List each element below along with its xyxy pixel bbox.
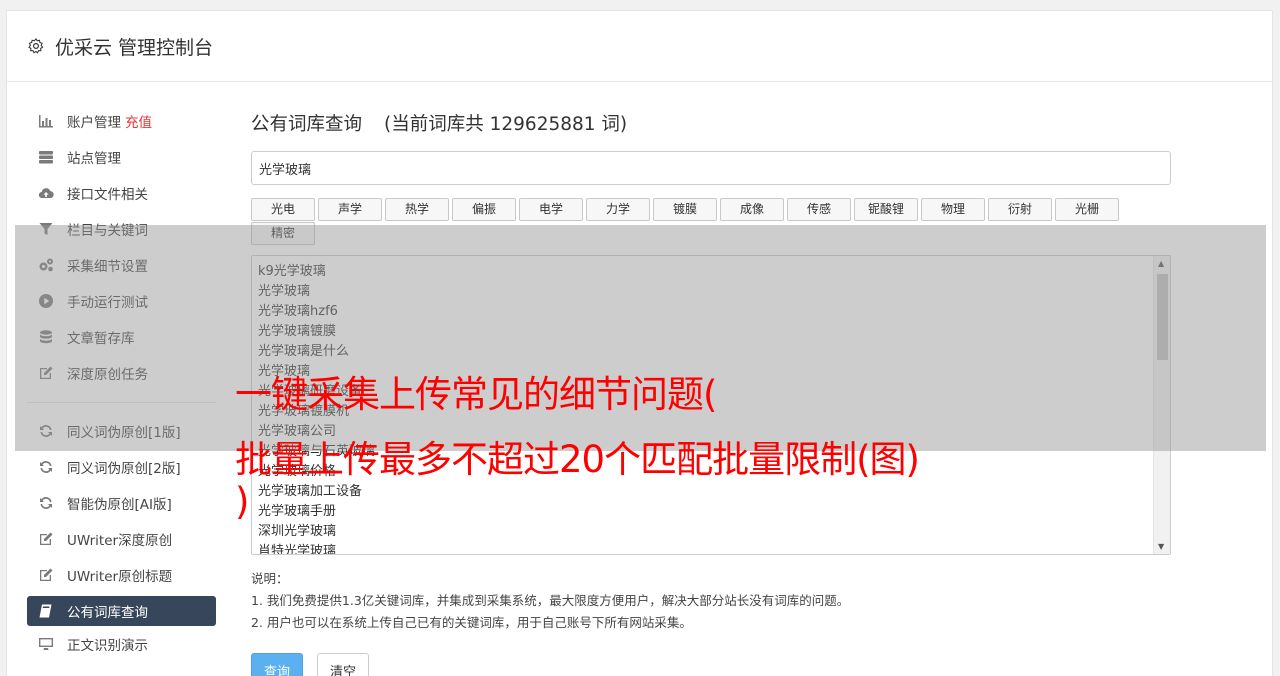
clear-button[interactable]: 清空	[317, 653, 370, 676]
action-buttons: 查询 清空	[251, 653, 1172, 676]
gear-icon	[28, 37, 44, 54]
server-icon	[38, 149, 54, 165]
sidebar-item-label: 站点管理	[67, 151, 121, 167]
page-title: 公有词库查询 (当前词库共 129625881 词)	[251, 111, 1172, 139]
tag-button[interactable]: 热学	[385, 198, 449, 221]
tag-button[interactable]: 力学	[586, 198, 650, 221]
refresh-icon	[38, 495, 54, 511]
headline-line: )	[235, 480, 249, 523]
tag-button[interactable]: 声学	[318, 198, 382, 221]
note-line: 2. 用户也可以在系统上传自己已有的关键词库，用于自己账号下所有网站采集。	[251, 615, 692, 630]
header: 优采云 管理控制台	[7, 11, 1272, 82]
lexicon-count: (当前词库共 129625881 词)	[384, 114, 628, 135]
console-title: 优采云 管理控制台	[55, 36, 214, 59]
sidebar-item-label: 账户管理	[67, 115, 121, 131]
headline-line: 批量上传最多不超过20个匹配批量限制(图)	[235, 438, 920, 481]
headline-line: 一键采集上传常见的细节问题(	[235, 373, 717, 416]
tag-button[interactable]: 物理	[921, 198, 985, 221]
sidebar-item-synonym-v2[interactable]: 同义词伪原创[2版]	[27, 449, 216, 485]
tag-button[interactable]: 镀膜	[653, 198, 717, 221]
cloud-upload-icon	[38, 185, 54, 201]
sidebar-item-label: 正文识别演示	[67, 638, 148, 654]
sidebar-item-label: 智能伪原创[AI版]	[67, 497, 172, 513]
bar-chart-icon	[38, 113, 54, 129]
tag-button[interactable]: 偏振	[452, 198, 516, 221]
scroll-down-icon[interactable]: ▼	[1158, 542, 1164, 551]
sidebar-item-text-recognition[interactable]: 正文识别演示	[27, 626, 216, 662]
note-line: 1. 我们免费提供1.3亿关键词库，并集成到采集系统，最大限度方便用户，解决大部…	[251, 593, 850, 608]
sidebar-item-public-lexicon[interactable]: 公有词库查询	[27, 596, 216, 626]
list-item[interactable]: 深圳光学玻璃	[258, 522, 1170, 542]
sidebar-item-interface-files[interactable]: 接口文件相关	[27, 175, 216, 211]
sidebar-item-label: 同义词伪原创[2版]	[67, 461, 181, 477]
tag-button[interactable]: 传感	[787, 198, 851, 221]
notes-title: 说明：	[251, 571, 289, 586]
sidebar-item-label: 接口文件相关	[67, 187, 148, 203]
query-button[interactable]: 查询	[251, 653, 304, 676]
sidebar-item-uwriter-title[interactable]: UWriter原创标题	[27, 557, 216, 593]
page-title-text: 公有词库查询	[251, 114, 363, 135]
tag-button[interactable]: 光电	[251, 198, 315, 221]
sidebar-item-label: UWriter原创标题	[67, 569, 173, 585]
edit-icon	[38, 567, 54, 583]
list-item[interactable]: 肖特光学玻璃	[258, 542, 1170, 554]
book-icon	[38, 603, 54, 619]
tag-button[interactable]: 衍射	[988, 198, 1052, 221]
sidebar-item-account[interactable]: 账户管理 充值	[27, 103, 216, 139]
tag-button[interactable]: 光栅	[1055, 198, 1119, 221]
sidebar-item-ai-rewrite[interactable]: 智能伪原创[AI版]	[27, 485, 216, 521]
instructions: 说明： 1. 我们免费提供1.3亿关键词库，并集成到采集系统，最大限度方便用户，…	[251, 568, 1172, 634]
tag-button[interactable]: 成像	[720, 198, 784, 221]
tag-button[interactable]: 电学	[519, 198, 583, 221]
sidebar-item-uwriter-deep[interactable]: UWriter深度原创	[27, 521, 216, 557]
sidebar-item-sites[interactable]: 站点管理	[27, 139, 216, 175]
sidebar-item-label: UWriter深度原创	[67, 533, 173, 549]
sidebar-item-label: 公有词库查询	[67, 605, 148, 621]
overlay-headline: 一键采集上传常见的细节问题( 批量上传最多不超过20个匹配批量限制(图) )	[235, 362, 1095, 523]
monitor-icon	[38, 636, 54, 652]
refresh-icon	[38, 459, 54, 475]
recharge-link[interactable]: 充值	[125, 111, 152, 131]
keyword-search-input[interactable]	[251, 151, 1171, 185]
edit-icon	[38, 531, 54, 547]
tag-button[interactable]: 铌酸锂	[854, 198, 918, 221]
